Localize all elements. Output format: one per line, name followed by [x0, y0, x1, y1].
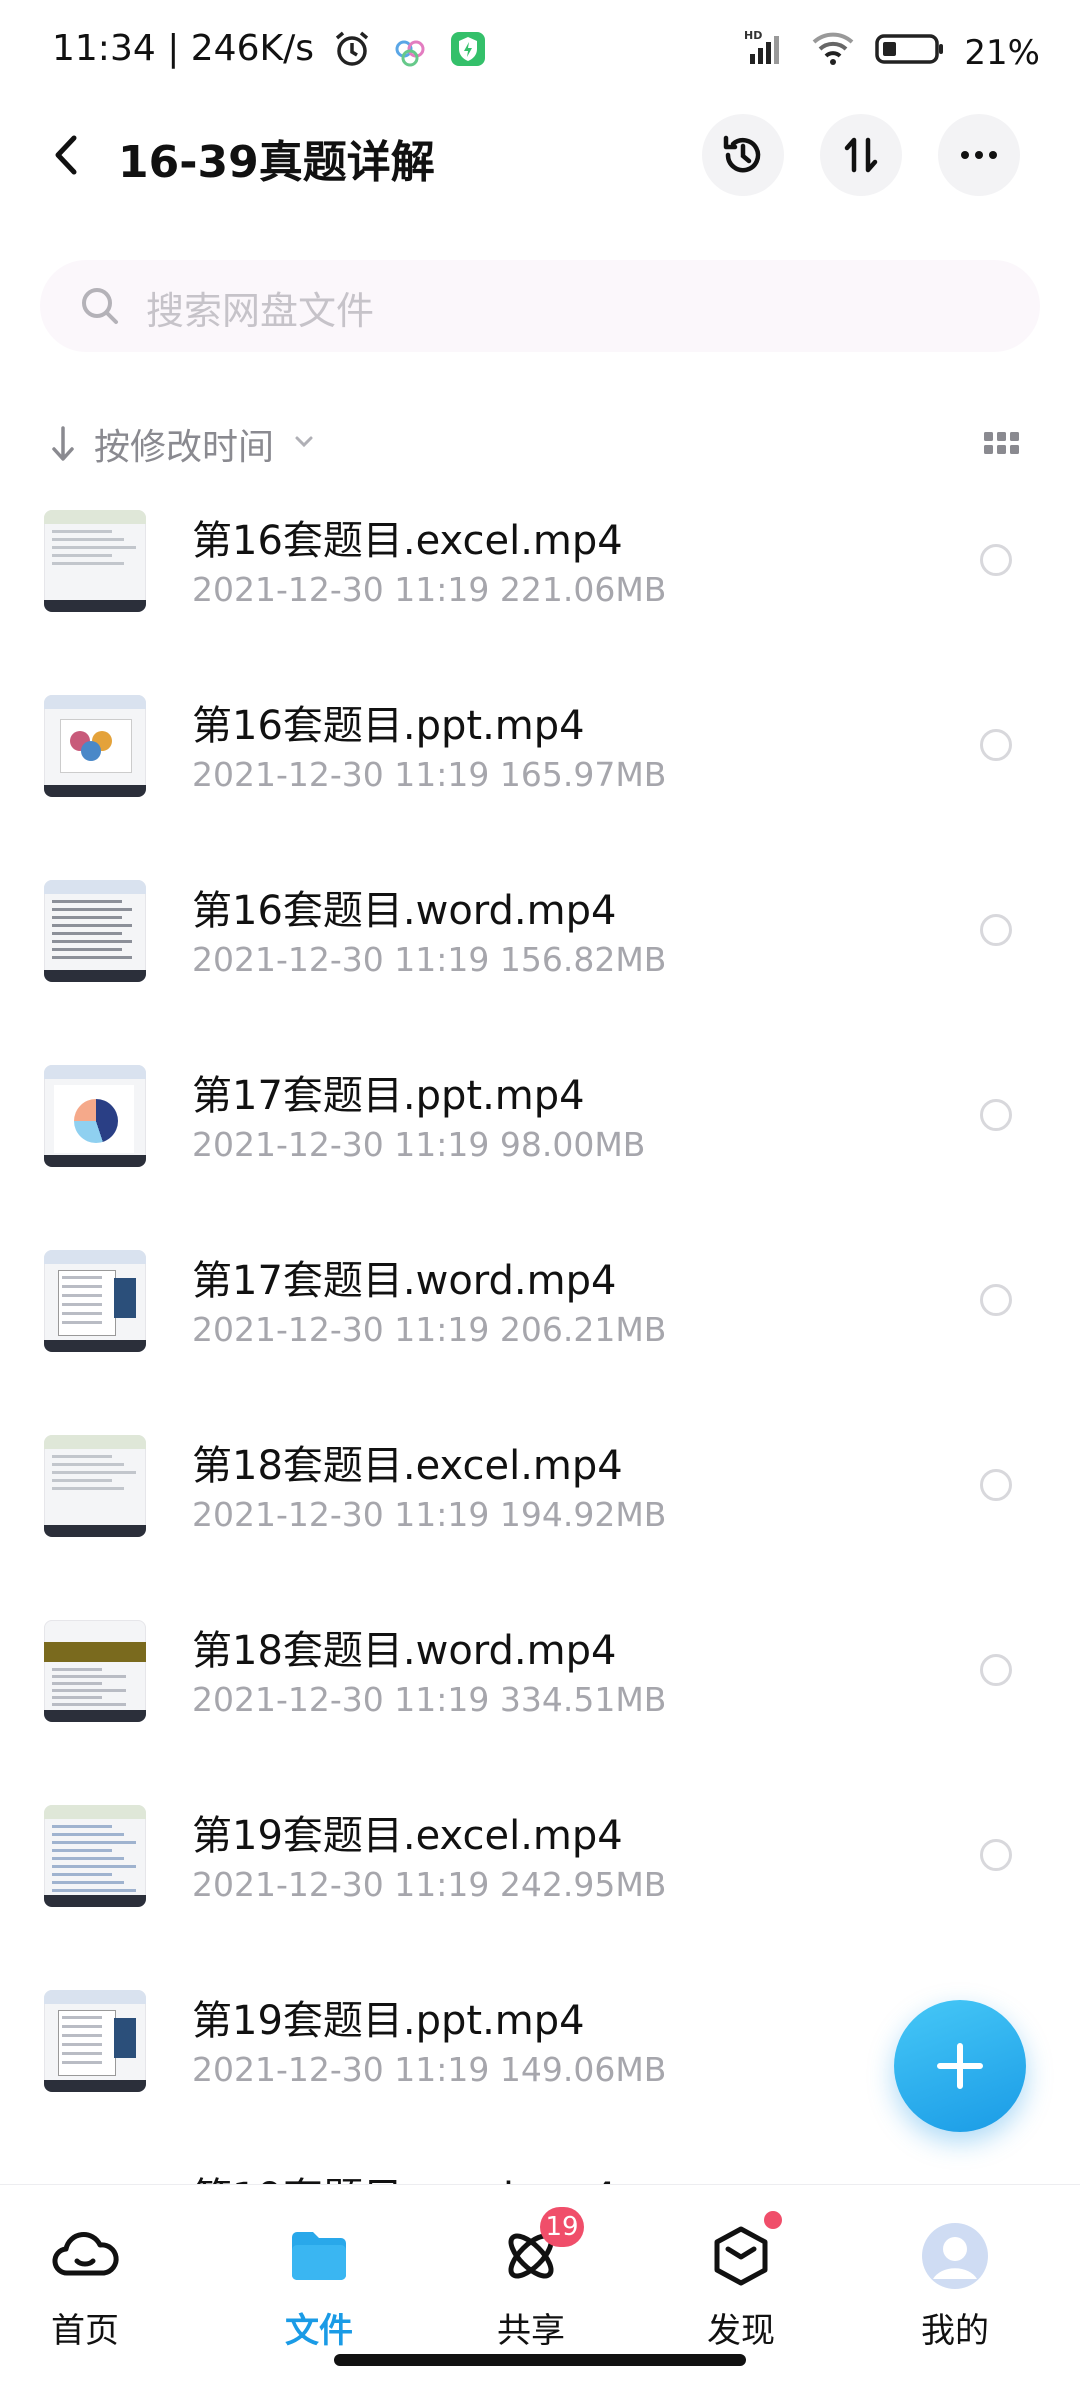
file-name: 第18套题目.word.mp4 — [192, 1628, 617, 1674]
nav-home[interactable]: 首页 — [10, 2221, 160, 2351]
battery-percent: 21% — [964, 32, 1040, 73]
sort-option[interactable]: 按修改时间 — [94, 418, 274, 470]
signal-icon: HD — [744, 28, 792, 77]
discover-dot — [764, 2211, 782, 2229]
more-icon — [961, 151, 997, 159]
video-thumbnail — [44, 1250, 146, 1352]
file-row[interactable]: 第17套题目.ppt.mp4 2021-12-30 11:19 98.00MB — [0, 1045, 1080, 1230]
home-indicator[interactable] — [334, 2354, 746, 2366]
select-radio[interactable] — [980, 544, 1012, 576]
file-row[interactable]: 第16套题目.word.mp4 2021-12-30 11:19 156.82MB — [0, 860, 1080, 1045]
wifi-icon — [810, 28, 856, 77]
video-thumbnail — [44, 695, 146, 797]
page-title: 16-39真题详解 — [118, 137, 435, 188]
chevron-down-icon[interactable] — [292, 430, 316, 454]
add-button[interactable] — [894, 2000, 1026, 2132]
file-meta: 2021-12-30 11:19 98.00MB — [192, 1125, 646, 1164]
select-radio[interactable] — [980, 1469, 1012, 1501]
avatar-icon — [920, 2221, 990, 2291]
file-meta: 2021-12-30 11:19 194.92MB — [192, 1495, 667, 1534]
file-name: 第16套题目.excel.mp4 — [192, 518, 623, 564]
file-name: 第19套题目.ppt.mp4 — [192, 1998, 585, 2044]
file-name: 第17套题目.word.mp4 — [192, 1258, 617, 1304]
video-thumbnail — [44, 510, 146, 612]
nav-share[interactable]: 19 共享 — [456, 2207, 606, 2351]
select-radio[interactable] — [980, 1099, 1012, 1131]
transfer-icon — [844, 137, 878, 173]
select-radio[interactable] — [980, 1284, 1012, 1316]
status-bar: 11:34 | 246K/s HD 21% — [0, 0, 1080, 100]
cloud-icon — [50, 2221, 120, 2291]
plus-icon — [937, 2043, 983, 2089]
share-badge: 19 — [540, 2207, 584, 2247]
video-thumbnail — [44, 1065, 146, 1167]
file-row[interactable]: 第17套题目.word.mp4 2021-12-30 11:19 206.21MB — [0, 1230, 1080, 1415]
nav-files[interactable]: 文件 — [244, 2221, 394, 2351]
file-meta: 2021-12-30 11:19 156.82MB — [192, 940, 667, 979]
file-row[interactable]: 第18套题目.excel.mp4 2021-12-30 11:19 194.92M… — [0, 1415, 1080, 1600]
search-input[interactable]: 搜索网盘文件 — [40, 260, 1040, 352]
file-meta: 2021-12-30 11:19 242.95MB — [192, 1865, 667, 1904]
app-notification-icon — [390, 29, 430, 69]
file-name: 第18套题目.excel.mp4 — [192, 1443, 623, 1489]
file-name: 第17套题目.ppt.mp4 — [192, 1073, 585, 1119]
alarm-icon — [332, 29, 372, 69]
bottom-nav: 首页 文件 19 共享 发现 我的 — [0, 2184, 1080, 2401]
folder-icon — [284, 2221, 354, 2291]
select-radio[interactable] — [980, 729, 1012, 761]
header: 16-39真题详解 — [0, 100, 1080, 210]
history-icon — [723, 135, 761, 173]
security-app-icon — [448, 29, 488, 69]
video-thumbnail — [44, 1435, 146, 1537]
search-placeholder: 搜索网盘文件 — [146, 289, 375, 333]
file-row[interactable]: 第18套题目.word.mp4 2021-12-30 11:19 334.51MB — [0, 1600, 1080, 1785]
file-name: 第19套题目.excel.mp4 — [192, 1813, 623, 1859]
video-thumbnail — [44, 1805, 146, 1907]
sort-row: 按修改时间 — [0, 410, 1080, 480]
file-name: 第16套题目.ppt.mp4 — [192, 703, 585, 749]
select-radio[interactable] — [980, 914, 1012, 946]
file-list: 第16套题目.excel.mp4 2021-12-30 11:19 221.06M… — [0, 490, 1080, 2155]
atom-icon: 19 — [496, 2207, 584, 2291]
file-name: 第16套题目.word.mp4 — [192, 888, 617, 934]
nav-profile[interactable]: 我的 — [880, 2221, 1030, 2351]
transfer-button[interactable] — [820, 114, 902, 196]
video-thumbnail — [44, 1990, 146, 2092]
history-button[interactable] — [702, 114, 784, 196]
select-radio[interactable] — [980, 1839, 1012, 1871]
nav-discover[interactable]: 发现 — [666, 2211, 816, 2351]
file-row[interactable]: 第19套题目.excel.mp4 2021-12-30 11:19 242.95M… — [0, 1785, 1080, 1970]
file-row[interactable]: 第16套题目.excel.mp4 2021-12-30 11:19 221.06M… — [0, 490, 1080, 675]
video-thumbnail — [44, 880, 146, 982]
back-button[interactable] — [40, 126, 98, 184]
back-arrow-icon — [55, 135, 77, 175]
file-meta: 2021-12-30 11:19 149.06MB — [192, 2050, 667, 2089]
file-meta: 2021-12-30 11:19 221.06MB — [192, 570, 667, 609]
search-icon — [82, 288, 118, 324]
grid-view-icon[interactable] — [984, 428, 1020, 458]
video-thumbnail — [44, 1620, 146, 1722]
battery-icon — [874, 28, 946, 77]
sort-direction-icon[interactable] — [48, 422, 78, 466]
more-button[interactable] — [938, 114, 1020, 196]
file-meta: 2021-12-30 11:19 334.51MB — [192, 1680, 667, 1719]
file-row[interactable]: 第16套题目.ppt.mp4 2021-12-30 11:19 165.97MB — [0, 675, 1080, 860]
file-meta: 2021-12-30 11:19 206.21MB — [192, 1310, 667, 1349]
svg-text:HD: HD — [744, 29, 762, 42]
file-meta: 2021-12-30 11:19 165.97MB — [192, 755, 667, 794]
status-time-speed: 11:34 | 246K/s — [52, 28, 314, 69]
cube-icon — [706, 2211, 782, 2291]
select-radio[interactable] — [980, 1654, 1012, 1686]
